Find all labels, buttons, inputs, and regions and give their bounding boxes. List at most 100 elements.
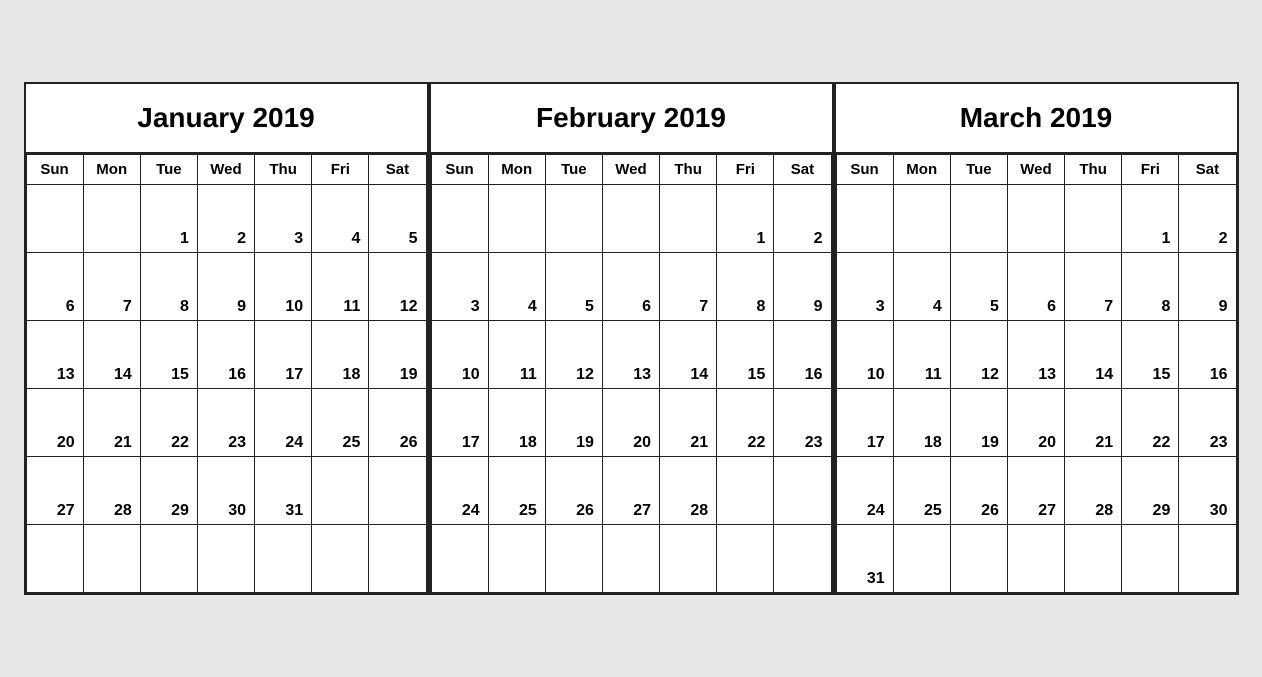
february-week3-day5: 22 (717, 389, 774, 457)
january-header-mon: Mon (83, 155, 140, 185)
january-week5-day2 (140, 525, 197, 593)
february-week5-day1 (488, 525, 545, 593)
february-header-sun: Sun (431, 155, 488, 185)
march-header-mon: Mon (893, 155, 950, 185)
march-week1-day4: 7 (1065, 253, 1122, 321)
march-header-sun: Sun (836, 155, 893, 185)
february-week5-day3 (602, 525, 659, 593)
march-week3-day1: 18 (893, 389, 950, 457)
february-week3-day3: 20 (602, 389, 659, 457)
march-week3-day3: 20 (1007, 389, 1064, 457)
march-week2-day4: 14 (1065, 321, 1122, 389)
february-week1-day1: 4 (488, 253, 545, 321)
february-week1-day4: 7 (660, 253, 717, 321)
february-week2-day0: 10 (431, 321, 488, 389)
march-header-sat: Sat (1179, 155, 1236, 185)
february-table: SunMonTueWedThuFriSat1234567891011121314… (431, 154, 832, 593)
february-week2-day5: 15 (717, 321, 774, 389)
january-header-sun: Sun (26, 155, 83, 185)
calendar-march: March 2019SunMonTueWedThuFriSat123456789… (834, 82, 1239, 595)
calendar-january: January 2019SunMonTueWedThuFriSat1234567… (24, 82, 429, 595)
january-week3-day5: 25 (312, 389, 369, 457)
march-week4-day3: 27 (1007, 457, 1064, 525)
march-week5-day1 (893, 525, 950, 593)
january-week4-day3: 30 (197, 457, 254, 525)
march-week2-day1: 11 (893, 321, 950, 389)
february-week1-day5: 8 (717, 253, 774, 321)
february-header-wed: Wed (602, 155, 659, 185)
january-week0-day1 (83, 185, 140, 253)
february-week2-day2: 12 (545, 321, 602, 389)
february-week0-day0 (431, 185, 488, 253)
march-week0-day0 (836, 185, 893, 253)
january-week1-day5: 11 (312, 253, 369, 321)
january-week4-day0: 27 (26, 457, 83, 525)
january-week5-day1 (83, 525, 140, 593)
march-week0-day3 (1007, 185, 1064, 253)
january-week2-day1: 14 (83, 321, 140, 389)
january-week0-day3: 2 (197, 185, 254, 253)
february-week4-day1: 25 (488, 457, 545, 525)
february-week0-day6: 2 (774, 185, 831, 253)
march-title: March 2019 (836, 84, 1237, 154)
january-week2-day3: 16 (197, 321, 254, 389)
march-week3-day6: 23 (1179, 389, 1236, 457)
february-week5-day5 (717, 525, 774, 593)
january-week1-day1: 7 (83, 253, 140, 321)
january-week4-day1: 28 (83, 457, 140, 525)
january-week5-day5 (312, 525, 369, 593)
march-week4-day6: 30 (1179, 457, 1236, 525)
january-header-fri: Fri (312, 155, 369, 185)
march-week1-day3: 6 (1007, 253, 1064, 321)
january-title: January 2019 (26, 84, 427, 154)
february-header-mon: Mon (488, 155, 545, 185)
february-week0-day1 (488, 185, 545, 253)
january-week1-day4: 10 (255, 253, 312, 321)
february-week4-day4: 28 (660, 457, 717, 525)
february-header-sat: Sat (774, 155, 831, 185)
march-week1-day2: 5 (950, 253, 1007, 321)
january-header-thu: Thu (255, 155, 312, 185)
january-week5-day3 (197, 525, 254, 593)
march-week0-day4 (1065, 185, 1122, 253)
january-week4-day2: 29 (140, 457, 197, 525)
march-week3-day0: 17 (836, 389, 893, 457)
january-week3-day4: 24 (255, 389, 312, 457)
february-week4-day2: 26 (545, 457, 602, 525)
march-week1-day6: 9 (1179, 253, 1236, 321)
february-week4-day6 (774, 457, 831, 525)
march-week4-day0: 24 (836, 457, 893, 525)
february-week0-day4 (660, 185, 717, 253)
january-week0-day0 (26, 185, 83, 253)
february-week5-day0 (431, 525, 488, 593)
calendars-container: January 2019SunMonTueWedThuFriSat1234567… (14, 72, 1249, 605)
march-header-wed: Wed (1007, 155, 1064, 185)
march-week0-day5: 1 (1122, 185, 1179, 253)
march-week3-day5: 22 (1122, 389, 1179, 457)
january-week4-day6 (369, 457, 426, 525)
march-week2-day0: 10 (836, 321, 893, 389)
march-week5-day2 (950, 525, 1007, 593)
march-week4-day5: 29 (1122, 457, 1179, 525)
march-week5-day3 (1007, 525, 1064, 593)
february-week1-day3: 6 (602, 253, 659, 321)
march-week3-day2: 19 (950, 389, 1007, 457)
january-week5-day0 (26, 525, 83, 593)
january-week4-day4: 31 (255, 457, 312, 525)
january-week2-day2: 15 (140, 321, 197, 389)
march-week3-day4: 21 (1065, 389, 1122, 457)
february-week5-day6 (774, 525, 831, 593)
january-week3-day1: 21 (83, 389, 140, 457)
february-week4-day5 (717, 457, 774, 525)
march-week5-day4 (1065, 525, 1122, 593)
march-week5-day6 (1179, 525, 1236, 593)
january-week5-day4 (255, 525, 312, 593)
february-title: February 2019 (431, 84, 832, 154)
january-week0-day6: 5 (369, 185, 426, 253)
february-week3-day4: 21 (660, 389, 717, 457)
march-week0-day1 (893, 185, 950, 253)
january-week0-day5: 4 (312, 185, 369, 253)
february-week2-day4: 14 (660, 321, 717, 389)
february-header-fri: Fri (717, 155, 774, 185)
march-week5-day5 (1122, 525, 1179, 593)
